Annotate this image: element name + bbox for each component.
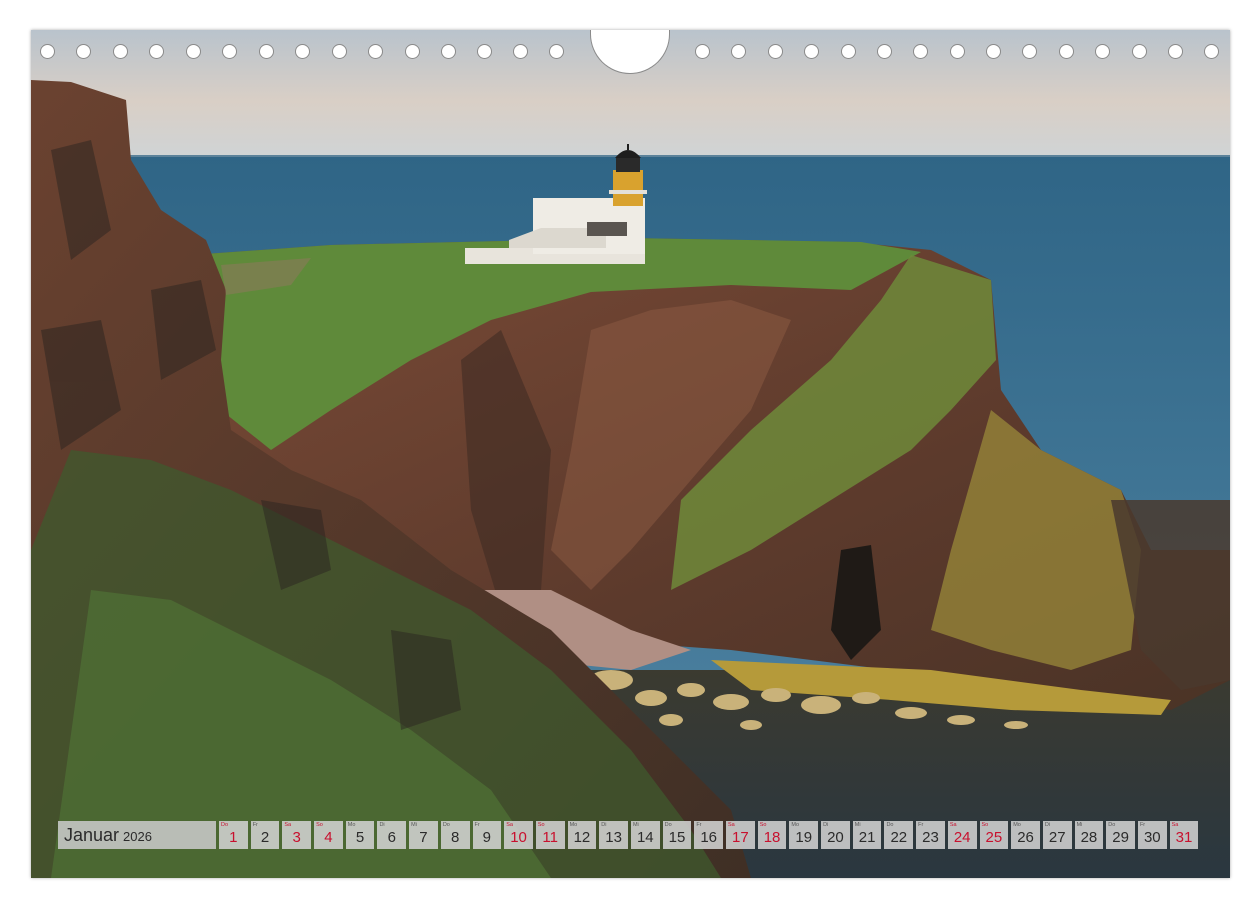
day-number: 30 xyxy=(1143,829,1161,846)
lighthouse-coast-photo xyxy=(31,30,1230,878)
calendar-day: Mo 12 xyxy=(567,821,597,849)
calendar-day: Fr 2 xyxy=(250,821,280,849)
weekday-label: So xyxy=(981,822,989,828)
weekday-label: Mi xyxy=(854,822,861,828)
calendar-day: Mo 26 xyxy=(1011,821,1040,849)
weekday-label: Sa xyxy=(728,822,735,828)
day-number: 9 xyxy=(482,829,492,846)
calendar-day: Mo 19 xyxy=(789,821,819,849)
day-number: 8 xyxy=(450,829,460,846)
calendar-day: Sa 17 xyxy=(726,821,755,849)
day-number: 7 xyxy=(419,829,428,846)
day-number: 28 xyxy=(1080,829,1098,846)
weekday-label: Mo xyxy=(569,822,578,828)
day-number: 17 xyxy=(732,829,749,846)
calendar-day: Di 6 xyxy=(377,821,407,849)
calendar-day: Fr 9 xyxy=(472,821,502,849)
weekday-label: Sa xyxy=(949,822,957,828)
calendar-day: Do 1 xyxy=(219,821,248,849)
calendar-day: Mi 7 xyxy=(409,821,438,849)
day-number: 19 xyxy=(795,829,813,846)
weekday-label: Fr xyxy=(1139,822,1146,828)
calendar-day: So 18 xyxy=(757,821,787,849)
weekday-label: Mi xyxy=(632,822,639,828)
day-number: 3 xyxy=(292,829,301,846)
weekday-label: Sa xyxy=(506,822,513,828)
day-number: 2 xyxy=(260,829,270,846)
day-number: 14 xyxy=(636,829,654,846)
weekday-label: Do xyxy=(886,822,894,828)
calendar-day: Fr 30 xyxy=(1137,821,1167,849)
calendar-day: Sa 10 xyxy=(504,821,533,849)
calendar-day: Mi 14 xyxy=(630,821,660,849)
day-number: 27 xyxy=(1048,829,1066,846)
day-number: 22 xyxy=(890,829,908,846)
day-number: 20 xyxy=(827,829,844,846)
day-number: 12 xyxy=(573,829,591,846)
day-number: 5 xyxy=(355,829,365,846)
day-number: 16 xyxy=(700,829,717,846)
weekday-label: Do xyxy=(664,822,672,828)
weekday-label: Sa xyxy=(284,822,292,828)
calendar-day: Fr 16 xyxy=(694,821,723,849)
weekday-label: So xyxy=(759,822,767,828)
day-number: 4 xyxy=(324,829,333,846)
day-number: 26 xyxy=(1017,829,1034,846)
calendar-day: Di 20 xyxy=(821,821,850,849)
weekday-label: Mo xyxy=(347,822,356,828)
weekday-label: Fr xyxy=(252,822,258,828)
day-number: 6 xyxy=(387,829,396,846)
month-label: Januar 2026 xyxy=(58,821,216,849)
weekday-label: Mo xyxy=(1013,822,1021,828)
weekday-label: Do xyxy=(442,822,450,828)
calendar-day: Do 8 xyxy=(440,821,470,849)
weekday-label: Mo xyxy=(791,822,800,828)
weekday-label: Fr xyxy=(918,822,924,828)
day-number: 29 xyxy=(1112,829,1129,846)
day-number: 18 xyxy=(763,829,781,846)
calendar-day: So 25 xyxy=(979,821,1009,849)
weekday-label: Di xyxy=(601,822,607,828)
calendar-day: Sa 31 xyxy=(1169,821,1199,849)
day-number: 13 xyxy=(605,829,622,846)
weekday-label: Di xyxy=(1044,822,1051,828)
calendar-day: So 4 xyxy=(314,821,343,849)
calendar-day: Di 13 xyxy=(599,821,628,849)
day-number: 25 xyxy=(985,829,1003,846)
calendar-strip: Januar 2026 Do 1 Fr 2 Sa 3 So 4 Mo 5 Di 6 Mi 7 … xyxy=(58,821,1199,849)
calendar-day: Mi 28 xyxy=(1074,821,1104,849)
day-number: 15 xyxy=(668,829,686,846)
weekday-label: So xyxy=(537,822,545,828)
calendar-day: Mo 5 xyxy=(345,821,375,849)
calendar-day: Fr 23 xyxy=(916,821,945,849)
weekday-label: So xyxy=(316,822,323,828)
calendar-photo xyxy=(31,30,1230,878)
month-year: 2026 xyxy=(123,829,152,844)
calendar-day: Mi 21 xyxy=(852,821,882,849)
weekday-label: Di xyxy=(379,822,385,828)
weekday-label: Sa xyxy=(1171,822,1179,828)
weekday-label: Mi xyxy=(411,822,417,828)
day-number: 1 xyxy=(229,829,238,846)
weekday-label: Fr xyxy=(474,822,480,828)
calendar-day: Di 27 xyxy=(1042,821,1072,849)
month-name: Januar xyxy=(64,824,120,845)
day-number: 10 xyxy=(510,829,527,846)
calendar-day: Do 15 xyxy=(662,821,692,849)
weekday-label: Mi xyxy=(1076,822,1083,828)
day-number: 21 xyxy=(858,829,876,846)
calendar-day: Do 29 xyxy=(1106,821,1135,849)
day-number: 23 xyxy=(922,829,939,846)
day-number: 24 xyxy=(953,829,971,846)
calendar-day: Sa 24 xyxy=(947,821,977,849)
weekday-label: Do xyxy=(1108,822,1116,828)
calendar-day: So 11 xyxy=(535,821,565,849)
weekday-label: Fr xyxy=(696,822,702,828)
calendar-day: Sa 3 xyxy=(282,821,312,849)
weekday-label: Do xyxy=(221,822,229,828)
weekday-label: Di xyxy=(823,822,829,828)
calendar-day: Do 22 xyxy=(884,821,914,849)
day-number: 11 xyxy=(542,829,558,846)
day-number: 31 xyxy=(1175,829,1193,846)
